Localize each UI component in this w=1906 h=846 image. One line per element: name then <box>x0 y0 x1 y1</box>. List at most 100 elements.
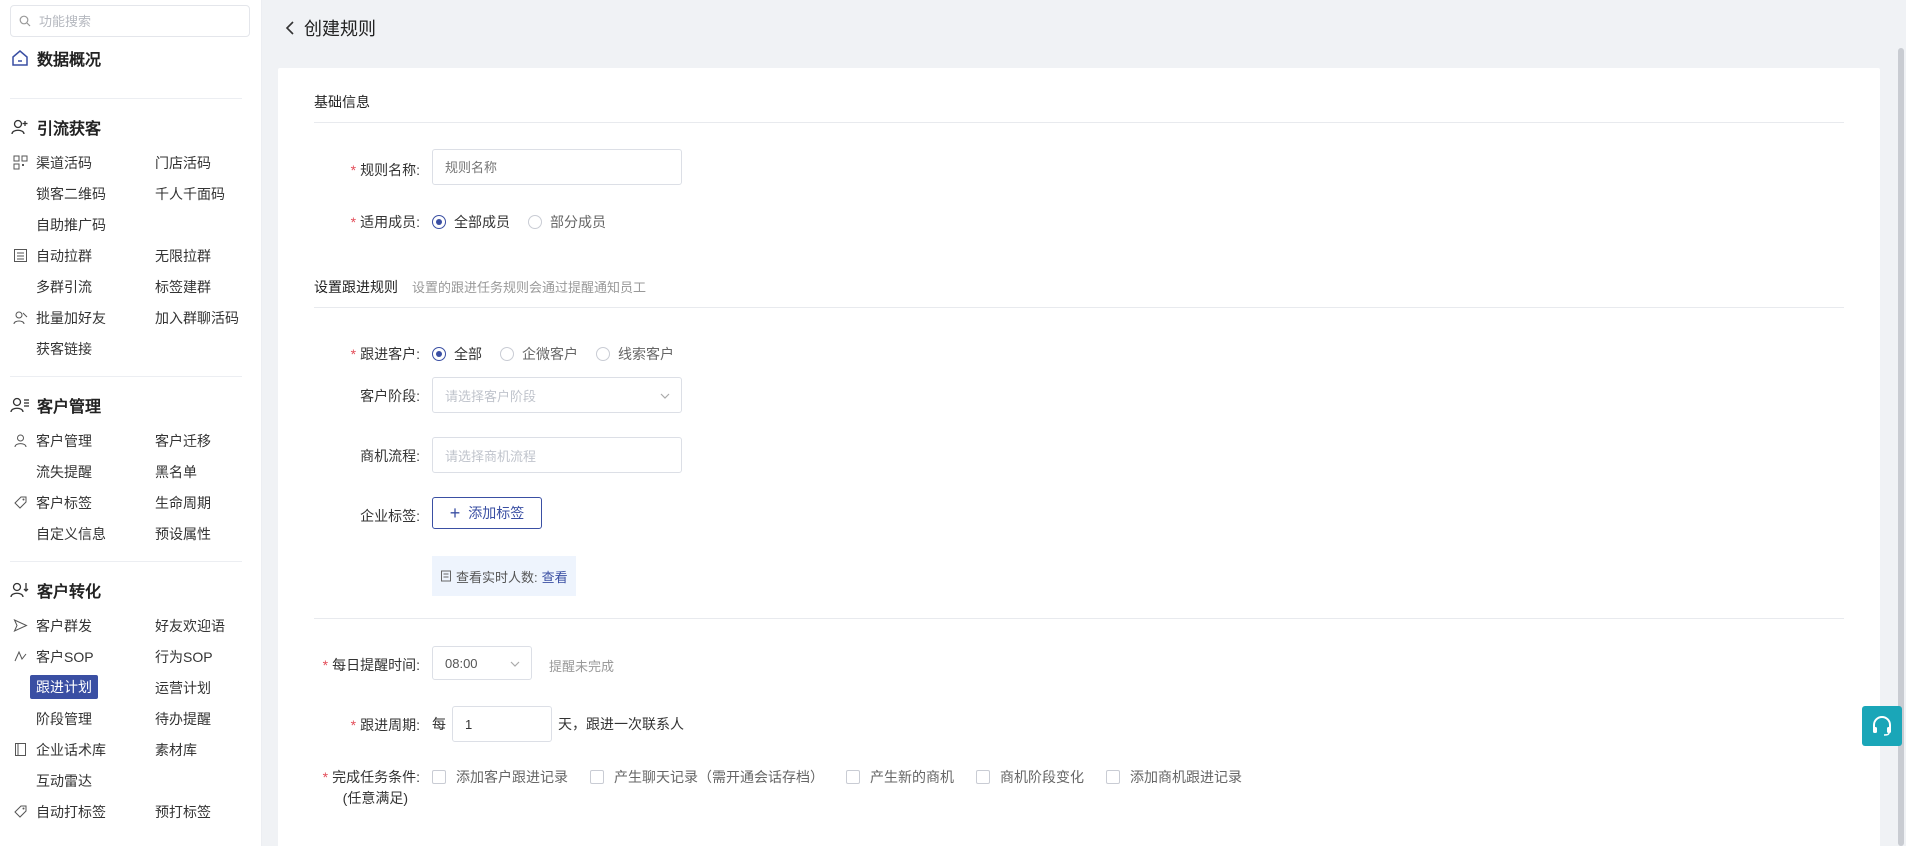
search-input[interactable] <box>39 13 229 29</box>
nav-store-code[interactable]: 门店活码 <box>155 153 211 173</box>
nav-auto-group[interactable]: 自动拉群 <box>36 246 92 266</box>
back-arrow-icon[interactable] <box>282 20 298 36</box>
cond-new-opportunity-checkbox[interactable]: 产生新的商机 <box>846 767 954 787</box>
customer-stage-select[interactable]: 请选择客户阶段 <box>432 377 682 413</box>
user-icon <box>14 434 27 448</box>
section-traffic: 引流获客 <box>10 115 101 139</box>
nav-material-library[interactable]: 素材库 <box>155 740 197 760</box>
nav-channel-code[interactable]: 渠道活码 <box>36 153 92 173</box>
nav-mass-send[interactable]: 客户群发 <box>36 616 92 636</box>
nav-customer-migrate[interactable]: 客户迁移 <box>155 431 211 451</box>
nav-welcome-msg[interactable]: 好友欢迎语 <box>155 616 225 636</box>
cond-opportunity-record-checkbox[interactable]: 添加商机跟进记录 <box>1106 767 1242 787</box>
opportunity-flow-input[interactable]: 请选择商机流程 <box>432 437 682 473</box>
nav-row: 客户标签 生命周期 <box>0 490 261 516</box>
rule-name-input[interactable] <box>432 149 682 185</box>
divider <box>10 561 242 562</box>
complete-condition-label: * 完成任务条件: <box>322 769 420 785</box>
nav-pre-tag[interactable]: 预打标签 <box>155 802 211 822</box>
nav-customer-sop[interactable]: 客户SOP <box>36 647 94 667</box>
follow-all-radio[interactable]: 全部 <box>432 344 482 364</box>
required-mark: * <box>350 717 357 733</box>
book-icon <box>15 743 26 756</box>
members-all-radio[interactable]: 全部成员 <box>432 212 510 232</box>
form-card: 基础信息 *规则名称: *适用成员: 全部成员 部分成员 设置跟进规则设置的跟进… <box>278 68 1880 846</box>
nav-unlimited-group[interactable]: 无限拉群 <box>155 246 211 266</box>
headset-icon <box>1873 716 1891 736</box>
divider <box>314 307 1844 308</box>
follow-wecom-radio[interactable]: 企微客户 <box>500 344 578 364</box>
customer-service-button[interactable] <box>1862 706 1902 746</box>
tag-label: 企业标签: <box>360 508 420 524</box>
nav-customer-tags[interactable]: 客户标签 <box>36 493 92 513</box>
section-title: 引流获客 <box>37 121 102 138</box>
cond-follow-record-checkbox[interactable]: 添加客户跟进记录 <box>432 767 568 787</box>
cond-stage-change-checkbox[interactable]: 商机阶段变化 <box>976 767 1084 787</box>
nav-todo-remind[interactable]: 待办提醒 <box>155 709 211 729</box>
cycle-days-input[interactable]: 1 <box>452 706 552 742</box>
nav-batch-add-friends[interactable]: 批量加好友 <box>36 308 106 328</box>
nav-blacklist[interactable]: 黑名单 <box>155 462 197 482</box>
nav-churn-alert[interactable]: 流失提醒 <box>36 462 92 482</box>
nav-lifecycle[interactable]: 生命周期 <box>155 493 211 513</box>
sop-icon <box>14 650 27 662</box>
batch-add-icon <box>13 311 28 325</box>
nav-self-promo-code[interactable]: 自助推广码 <box>36 215 106 235</box>
home-icon <box>12 50 28 66</box>
search-icon <box>19 15 31 27</box>
remind-time-select[interactable]: 08:00 <box>432 646 532 680</box>
group-list-icon <box>14 249 27 262</box>
send-icon <box>13 618 28 633</box>
overview-label: 数据概况 <box>37 52 102 69</box>
nav-row: 企业话术库 素材库 <box>0 737 261 763</box>
realtime-count: 查看实时人数: 查看 <box>432 556 576 596</box>
view-link[interactable]: 查看 <box>542 567 568 586</box>
nav-row: 跟进计划 运营计划 <box>0 675 261 701</box>
nav-lock-qrcode[interactable]: 锁客二维码 <box>36 184 106 204</box>
nav-join-group-code[interactable]: 加入群聊活码 <box>155 308 239 328</box>
nav-multi-group[interactable]: 多群引流 <box>36 277 92 297</box>
nav-preset-attrs[interactable]: 预设属性 <box>155 524 211 544</box>
cycle-suffix: 天，跟进一次联系人 <box>558 716 684 732</box>
section-customer: 客户管理 <box>10 393 101 417</box>
nav-row: 多群引流 标签建群 <box>0 274 261 300</box>
nav-row: 自动打标签 预打标签 <box>0 799 261 825</box>
add-tag-button[interactable]: + 添加标签 <box>432 497 542 529</box>
nav-behavior-sop[interactable]: 行为SOP <box>155 647 213 667</box>
tag-icon <box>14 496 27 509</box>
complete-condition-sub: (任意满足) <box>342 790 408 806</box>
page-header: 创建规则 <box>262 0 1906 56</box>
nav-custom-info[interactable]: 自定义信息 <box>36 524 106 544</box>
nav-interaction-radar[interactable]: 互动雷达 <box>36 771 92 791</box>
nav-tag-group[interactable]: 标签建群 <box>155 277 211 297</box>
function-search[interactable] <box>10 5 250 37</box>
divider <box>314 618 1844 619</box>
follow-customer-radio-group: 全部 企微客户 线索客户 <box>432 344 692 364</box>
chevron-down-icon <box>660 393 670 399</box>
nav-stage-manage[interactable]: 阶段管理 <box>36 709 92 729</box>
nav-overview[interactable]: 数据概况 <box>10 46 101 70</box>
nav-ops-plan[interactable]: 运营计划 <box>155 678 211 698</box>
cond-chat-record-checkbox[interactable]: 产生聊天记录（需开通会话存档） <box>590 767 824 787</box>
opportunity-label: 商机流程: <box>360 448 420 464</box>
members-radio-group: 全部成员 部分成员 <box>432 212 624 232</box>
nav-auto-tag[interactable]: 自动打标签 <box>36 802 106 822</box>
nav-follow-plan[interactable]: 跟进计划 <box>30 675 98 699</box>
nav-row: 批量加好友 加入群聊活码 <box>0 305 261 331</box>
members-partial-radio[interactable]: 部分成员 <box>528 212 606 232</box>
nav-acquisition-link[interactable]: 获客链接 <box>36 339 92 359</box>
nav-row: 获客链接 <box>0 336 261 362</box>
user-list-icon <box>10 397 29 413</box>
tag-icon <box>14 805 27 818</box>
document-icon <box>441 570 451 582</box>
nav-customer-manage[interactable]: 客户管理 <box>36 431 92 451</box>
divider <box>314 122 1844 123</box>
follow-rule-title: 设置跟进规则 设置的跟进任务规则会通过提醒通知员工 <box>314 279 647 295</box>
nav-script-library[interactable]: 企业话术库 <box>36 740 106 760</box>
follow-rule-hint: 设置的跟进任务规则会通过提醒通知员工 <box>412 280 647 295</box>
nav-personal-code[interactable]: 千人千面码 <box>155 184 225 204</box>
section-title: 客户管理 <box>37 399 102 416</box>
chevron-down-icon <box>510 661 520 667</box>
follow-lead-radio[interactable]: 线索客户 <box>596 344 674 364</box>
sidebar: 数据概况 引流获客 渠道活码 门店活码 锁客二维码 千人千面码 自助推广码 自动… <box>0 0 262 846</box>
